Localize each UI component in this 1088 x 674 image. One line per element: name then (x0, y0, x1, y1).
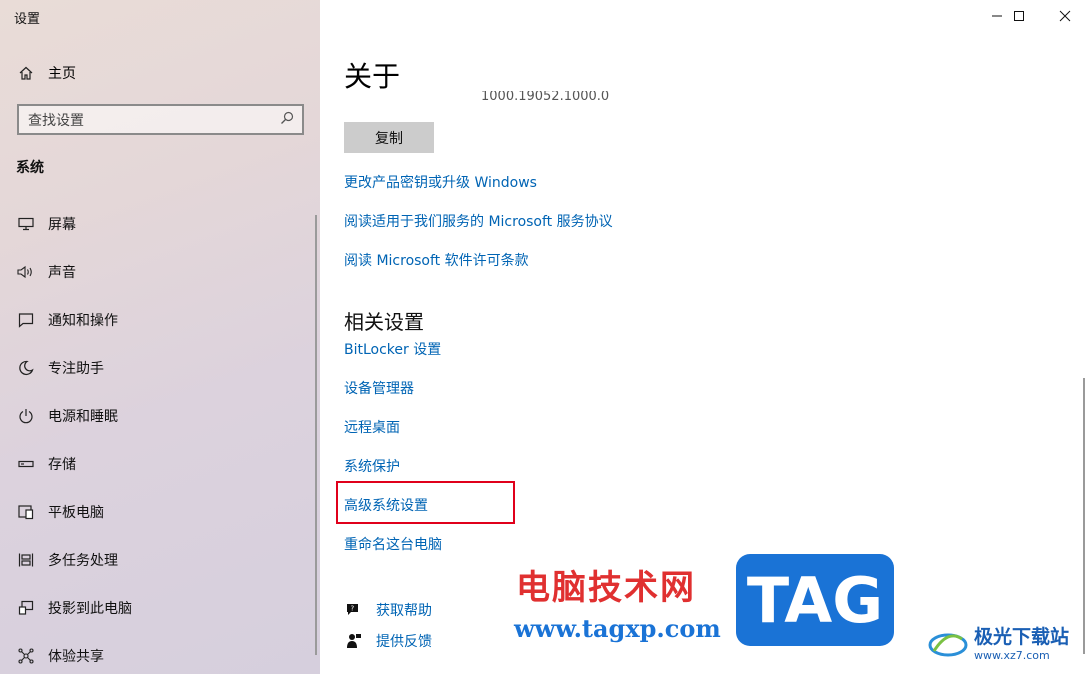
monitor-icon (16, 214, 36, 234)
remote-desktop-link[interactable]: 远程桌面 (344, 417, 400, 437)
sidebar-item-notifications[interactable]: 通知和操作 (16, 296, 306, 344)
sidebar-item-label: 声音 (48, 265, 76, 281)
share-icon (16, 646, 36, 666)
sidebar: 设置 主页 查找设置 系统 屏幕 声音 通知和操作 专注助手 电源和睡眠 存储 … (0, 0, 320, 674)
maximize-button[interactable] (996, 0, 1042, 32)
sidebar-section-title: 系统 (16, 160, 44, 176)
give-feedback-label: 提供反馈 (376, 634, 432, 650)
main-scrollbar[interactable] (1083, 378, 1085, 654)
sidebar-item-power[interactable]: 电源和睡眠 (16, 392, 306, 440)
sidebar-item-label: 体验共享 (48, 649, 104, 665)
search-icon (280, 111, 294, 129)
related-settings-heading: 相关设置 (344, 310, 424, 334)
aurora-logo-icon (928, 633, 968, 657)
system-protection-link[interactable]: 系统保护 (344, 456, 400, 476)
search-input[interactable]: 查找设置 (17, 104, 304, 135)
sidebar-item-label: 通知和操作 (48, 313, 118, 329)
watermark-site-logo: 极光下载站 www.xz7.com (928, 622, 1069, 662)
sidebar-item-home[interactable]: 主页 (16, 62, 76, 84)
sidebar-item-label: 专注助手 (48, 361, 104, 377)
sidebar-item-label: 多任务处理 (48, 553, 118, 569)
notification-icon (16, 310, 36, 330)
window-title: 设置 (14, 12, 41, 27)
get-help-link[interactable]: ? 获取帮助 (344, 600, 432, 620)
watermark-tag-logo: TAG (736, 554, 894, 646)
give-feedback-link[interactable]: 提供反馈 (344, 631, 432, 651)
home-icon (16, 65, 36, 81)
service-agreement-link[interactable]: 阅读适用于我们服务的 Microsoft 服务协议 (344, 211, 613, 231)
sidebar-item-focus-assist[interactable]: 专注助手 (16, 344, 306, 392)
storage-icon (16, 454, 36, 474)
sidebar-item-tablet[interactable]: 平板电脑 (16, 488, 306, 536)
sidebar-item-display[interactable]: 屏幕 (16, 200, 306, 248)
copy-button[interactable]: 复制 (344, 122, 434, 153)
sidebar-item-sound[interactable]: 声音 (16, 248, 306, 296)
tablet-icon (16, 502, 36, 522)
watermark-cn-text: 电脑技术网 (516, 568, 696, 608)
rename-pc-link[interactable]: 重命名这台电脑 (344, 534, 442, 554)
multitask-icon (16, 550, 36, 570)
main-panel: 关于 1000.19052.1000.0 复制 更改产品密钥或升级 Window… (320, 0, 1088, 674)
close-button[interactable] (1042, 0, 1088, 32)
svg-text:?: ? (351, 605, 355, 613)
watermark-site-name: 极光下载站 (974, 626, 1070, 648)
sidebar-item-label: 主页 (48, 66, 76, 82)
license-terms-link[interactable]: 阅读 Microsoft 软件许可条款 (344, 250, 529, 270)
sidebar-nav: 屏幕 声音 通知和操作 专注助手 电源和睡眠 存储 平板电脑 多任务处理 投影到… (16, 200, 306, 674)
watermark-url: www.tagxp.com (514, 614, 721, 643)
feedback-icon (344, 633, 364, 649)
moon-icon (16, 358, 36, 378)
sidebar-scrollbar[interactable] (315, 215, 317, 655)
change-product-key-link[interactable]: 更改产品密钥或升级 Windows (344, 172, 537, 192)
sidebar-item-label: 存储 (48, 457, 76, 473)
maximize-icon (1014, 11, 1024, 21)
power-icon (16, 406, 36, 426)
sidebar-item-shared-experiences[interactable]: 体验共享 (16, 632, 306, 674)
help-icon: ? (344, 602, 364, 618)
sidebar-item-label: 平板电脑 (48, 505, 104, 521)
search-placeholder: 查找设置 (28, 112, 84, 129)
sidebar-item-label: 投影到此电脑 (48, 601, 132, 617)
speaker-icon (16, 262, 36, 282)
page-title: 关于 (344, 60, 401, 93)
highlight-box (336, 481, 515, 524)
project-icon (16, 598, 36, 618)
sidebar-item-multitasking[interactable]: 多任务处理 (16, 536, 306, 584)
get-help-label: 获取帮助 (376, 603, 432, 619)
bitlocker-settings-link[interactable]: BitLocker 设置 (344, 339, 441, 359)
watermark-site-url: www.xz7.com (974, 649, 1050, 662)
version-text: 1000.19052.1000.0 (481, 91, 610, 103)
close-icon (1059, 10, 1071, 22)
sidebar-item-label: 屏幕 (48, 217, 76, 233)
sidebar-item-project-to-pc[interactable]: 投影到此电脑 (16, 584, 306, 632)
sidebar-item-label: 电源和睡眠 (48, 409, 118, 425)
device-manager-link[interactable]: 设备管理器 (344, 378, 414, 398)
sidebar-item-storage[interactable]: 存储 (16, 440, 306, 488)
